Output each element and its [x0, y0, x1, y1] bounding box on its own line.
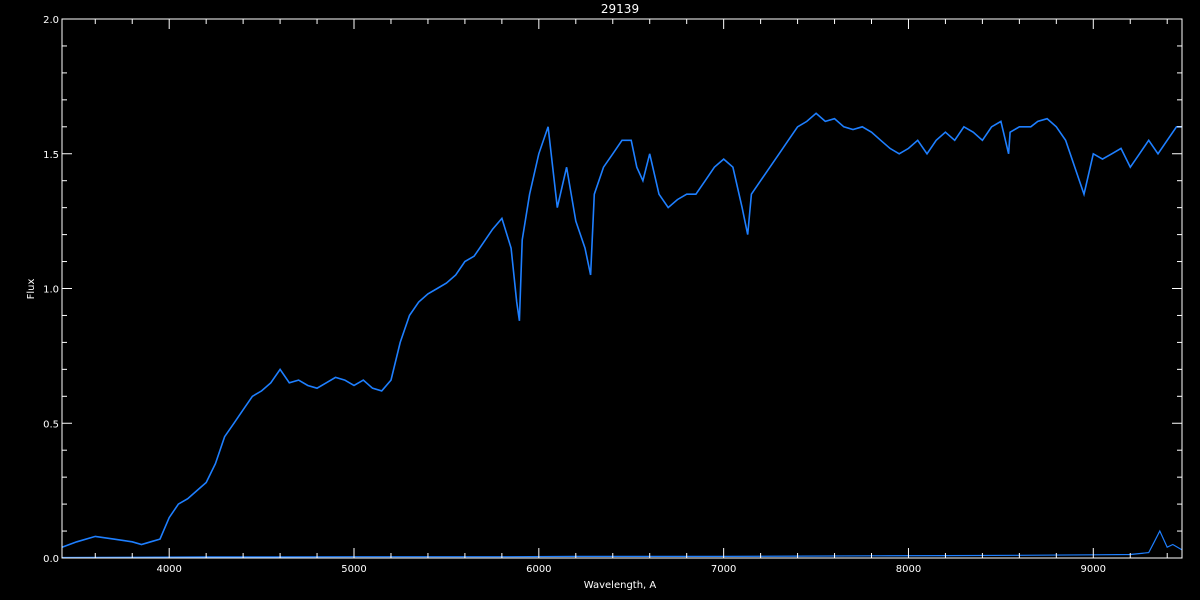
x-tick-label: 7000: [711, 564, 736, 575]
spectrum-chart: 4000 5000 6000 7000 8000 90000.00.51.01.52.0 …: [0, 0, 1200, 600]
y-tick-label: 2.0: [43, 15, 59, 26]
chart-background: [0, 0, 1200, 600]
x-tick-label: 4000: [156, 564, 181, 575]
y-tick-label: 0.5: [43, 419, 59, 430]
y-tick-label: 0.0: [43, 554, 59, 565]
x-tick-label: 5000: [341, 564, 366, 575]
y-tick-label: 1.5: [43, 150, 59, 161]
y-tick-label: 1.0: [43, 285, 59, 296]
chart-title: 29139: [601, 2, 639, 16]
x-tick-label: 8000: [896, 564, 921, 575]
x-axis-label: Wavelength, A: [584, 580, 657, 591]
x-tick-label: 6000: [526, 564, 551, 575]
y-axis-label: Flux: [26, 279, 37, 300]
x-tick-label: 9000: [1081, 564, 1106, 575]
